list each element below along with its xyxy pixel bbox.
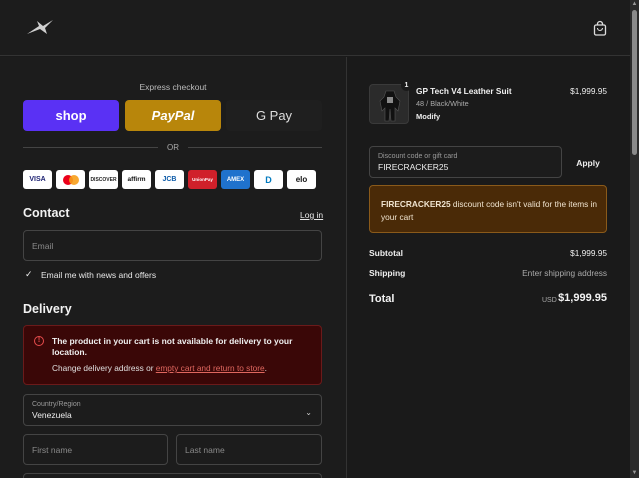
warning-code: FIRECRACKER25 [381, 199, 451, 209]
delivery-error-banner: ! The product in your cart is not availa… [23, 325, 322, 385]
country-label: Country/Region [32, 401, 81, 408]
error-icon: ! [34, 336, 44, 346]
discount-code-input[interactable]: Discount code or gift card FIRECRACKER25 [369, 146, 562, 178]
jcb-card-icon: JCB [155, 170, 184, 189]
mastercard-icon [56, 170, 85, 189]
scrollbar-thumb[interactable] [632, 10, 637, 155]
delivery-title: Delivery [23, 302, 72, 316]
error-desc-suffix: . [264, 363, 267, 373]
subtotal-label: Subtotal [369, 248, 403, 258]
alpinestars-logo-icon[interactable] [25, 18, 55, 36]
error-title: The product in your cart is not availabl… [52, 336, 293, 357]
header [0, 0, 630, 56]
login-link[interactable]: Log in [300, 210, 323, 220]
subtotal-value: $1,999.95 [570, 248, 607, 258]
last-name-field[interactable]: Last name [176, 434, 322, 465]
first-name-field[interactable]: First name [23, 434, 168, 465]
discount-warning-banner: FIRECRACKER25 discount code isn't valid … [369, 185, 607, 233]
or-label: OR [167, 143, 179, 152]
affirm-icon: affirm [122, 170, 151, 189]
discount-value: FIRECRACKER25 [378, 162, 449, 172]
news-checkbox[interactable]: ✓ [25, 270, 34, 279]
scroll-down-arrow-icon[interactable]: ▼ [631, 470, 638, 476]
apply-button[interactable]: Apply [569, 147, 607, 178]
product-price: $1,999.95 [570, 86, 607, 96]
last-name-placeholder: Last name [185, 445, 225, 455]
payment-methods-row: VISA DISCOVER affirm JCB UnionPay AMEX D… [23, 170, 316, 189]
scroll-up-arrow-icon[interactable]: ▲ [631, 1, 638, 7]
product-name: GP Tech V4 Leather Suit [416, 86, 512, 96]
total-value: $1,999.95 [558, 292, 607, 304]
google-pay-label: G Pay [255, 108, 293, 123]
shipping-value: Enter shipping address [522, 268, 607, 278]
country-select[interactable]: Country/Region Venezuela ⌄ [23, 394, 322, 426]
chevron-down-icon: ⌄ [305, 408, 312, 417]
email-placeholder: Email [32, 241, 54, 251]
empty-cart-link[interactable]: empty cart and return to store [156, 363, 265, 373]
error-desc-prefix: Change delivery address or [52, 363, 156, 373]
google-pay-button[interactable]: G Pay [226, 100, 322, 131]
country-value: Venezuela [32, 410, 72, 420]
shop-pay-button[interactable]: shop [23, 100, 119, 131]
visa-card-icon: VISA [23, 170, 52, 189]
discount-label: Discount code or gift card [378, 153, 458, 160]
product-variant: 48 / Black/White [416, 99, 469, 108]
unionpay-card-icon: UnionPay [188, 170, 217, 189]
shipping-label: Shipping [369, 268, 406, 278]
paypal-label: PayPal [151, 108, 195, 123]
elo-card-icon: elo [287, 170, 316, 189]
first-name-placeholder: First name [32, 445, 73, 455]
amex-card-icon: AMEX [221, 170, 250, 189]
discover-card-icon: DISCOVER [89, 170, 118, 189]
shopping-bag-icon[interactable] [592, 20, 608, 36]
next-field[interactable] [23, 473, 322, 478]
error-description: Change delivery address or empty cart an… [52, 363, 267, 373]
diners-club-icon: D [254, 170, 283, 189]
contact-title: Contact [23, 206, 70, 220]
total-currency: USD [542, 297, 557, 304]
total-label: Total [369, 293, 395, 305]
news-checkbox-label: Email me with news and offers [41, 270, 157, 280]
leather-suit-image [379, 90, 401, 122]
warning-text: FIRECRACKER25 discount code isn't valid … [381, 198, 601, 224]
modify-link[interactable]: Modify [416, 112, 440, 121]
quantity-badge: 1 [401, 80, 412, 91]
email-field[interactable]: Email [23, 230, 322, 261]
paypal-button[interactable]: PayPal [125, 100, 221, 131]
express-checkout-title: Express checkout [139, 82, 207, 92]
